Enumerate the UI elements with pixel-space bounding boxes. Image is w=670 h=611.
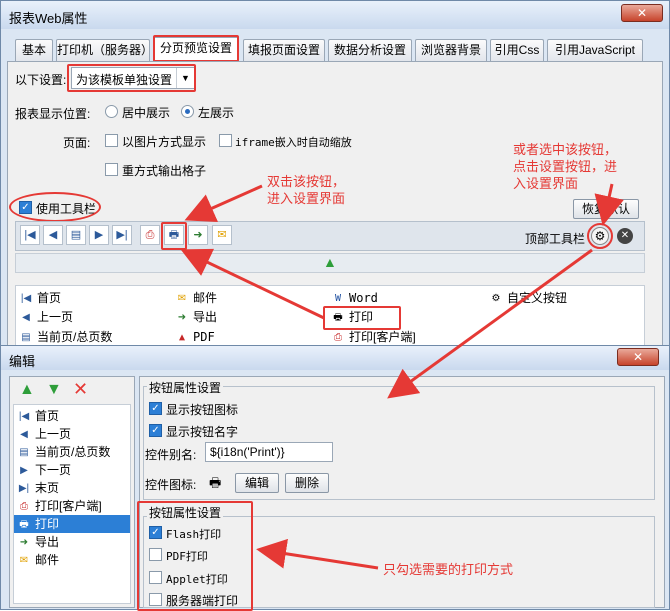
arrow-gear-to-edit — [387, 248, 593, 399]
arrow-print-item-to-toolbar — [180, 248, 325, 320]
arrow-to-print-options — [256, 538, 379, 570]
arrow-to-toolbar-print — [184, 184, 263, 222]
arrow-to-gear — [594, 183, 624, 226]
annotation-arrows — [180, 183, 624, 570]
